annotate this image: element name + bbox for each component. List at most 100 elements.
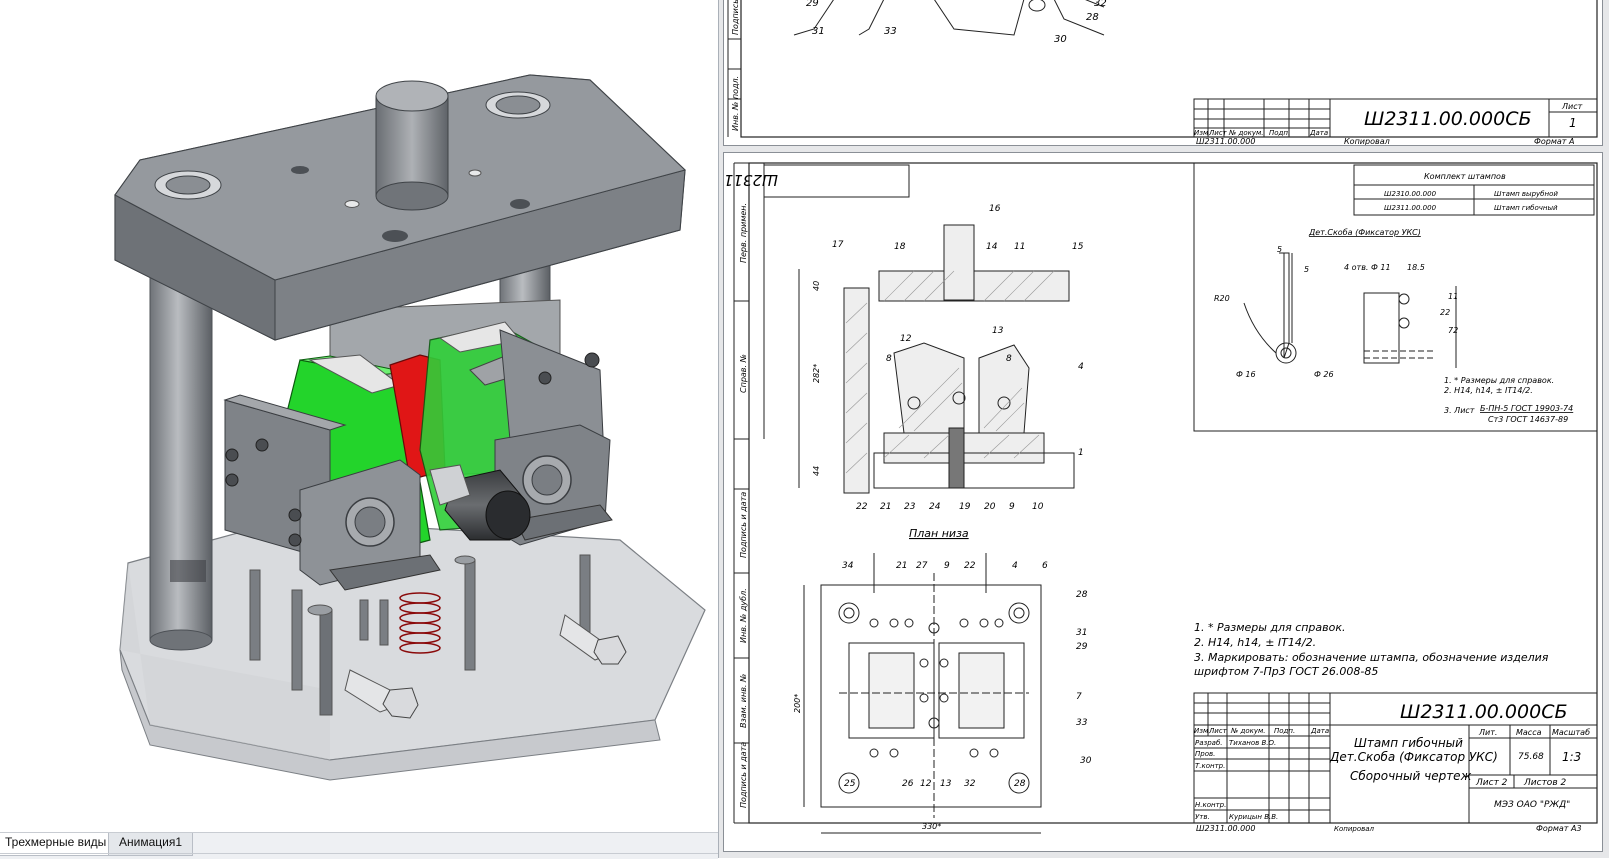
svg-text:19: 19: [959, 502, 971, 512]
title-organization: МЭЗ ОАО "РЖД": [1494, 800, 1570, 810]
side-label: Справ. №: [739, 354, 748, 393]
title-row-label: Изм: [1194, 727, 1209, 735]
part-dim: 5: [1304, 265, 1309, 274]
plan-view: [803, 553, 1042, 834]
title-sheet: Лист 2: [1475, 778, 1508, 788]
sheet1-sheet-number: 1: [1569, 116, 1577, 130]
part-dim: 22: [1440, 308, 1450, 317]
drawing-sheet-1[interactable]: Подпись и дата Инв. № подл. 31 33 30 28 …: [723, 0, 1603, 146]
part-note: Б-ПН-5 ГОСТ 19903-74: [1480, 404, 1573, 413]
sheet1-designation: Ш2311.00.000СБ: [1364, 108, 1532, 130]
svg-text:1. * Размеры для справок.: 1. * Размеры для справок.: [1194, 621, 1346, 634]
title-name-line3: Сборочный чертеж: [1350, 769, 1472, 783]
balloon: 30: [1054, 34, 1067, 45]
part-note: 2. H14, h14, ± IT14/2.: [1444, 386, 1533, 395]
sheet1-bottom-code: Ш2311.00.000: [1196, 137, 1255, 145]
mirrored-designation: Ш2311.00.000СБ: [724, 171, 778, 189]
balloon: 32: [1094, 0, 1107, 9]
svg-text:18: 18: [894, 242, 906, 252]
title-row-label: № докум.: [1230, 727, 1266, 735]
side-label: Инв. № дубл.: [739, 588, 748, 643]
svg-text:30: 30: [1080, 756, 1092, 766]
sheet1-side-label: Инв. № подл.: [731, 76, 740, 131]
part-dim: R20: [1214, 294, 1230, 303]
sheet1-header-cell: Дата: [1309, 129, 1328, 137]
part-note: Ст3 ГОСТ 14637-89: [1488, 415, 1568, 424]
title-role: Н.контр.: [1195, 801, 1226, 809]
section-dim: 40: [812, 281, 821, 291]
title-name-line1: Штамп гибочный: [1354, 736, 1463, 750]
title-sheets: Листов 2: [1523, 778, 1566, 788]
die-assembly-3d-model[interactable]: [0, 0, 718, 832]
title-role: Пров.: [1195, 750, 1215, 758]
svg-text:34: 34: [842, 561, 854, 571]
sheet1-format-label: Формат А: [1534, 137, 1574, 145]
plan-dim: 200*: [793, 694, 802, 713]
kit-title: Комплект штампов: [1424, 172, 1506, 181]
part-dim: Ф 16: [1236, 370, 1256, 379]
title-scale: 1:3: [1562, 750, 1581, 764]
side-label: Взам. инв. №: [739, 674, 748, 728]
title-format: Формат А3: [1536, 824, 1582, 833]
title-designation: Ш2311.00.000СБ: [1400, 701, 1568, 723]
svg-text:27: 27: [916, 561, 928, 571]
sheet1-header-cell: № докум.: [1228, 129, 1264, 137]
svg-text:17: 17: [832, 240, 844, 250]
side-label: Подпись и дата: [739, 742, 748, 808]
svg-text:16: 16: [989, 204, 1001, 214]
svg-text:11: 11: [1014, 242, 1025, 252]
svg-text:20: 20: [984, 502, 996, 512]
drawing-viewport[interactable]: Подпись и дата Инв. № подл. 31 33 30 28 …: [646, 0, 1609, 858]
svg-text:10: 10: [1032, 502, 1044, 512]
svg-text:23: 23: [904, 502, 916, 512]
title-approver: Курицын В.В.: [1229, 813, 1278, 821]
title-lit-label: Лит.: [1478, 728, 1497, 737]
drawing-sheet-2[interactable]: Перв. примен. Справ. № Подпись и дата Ин…: [646, 152, 1603, 852]
part-note: 1. * Размеры для справок.: [1444, 376, 1554, 385]
part-dim: 4 отв. Ф 11: [1344, 263, 1391, 272]
svg-text:13: 13: [940, 779, 952, 789]
title-role: Т.контр.: [1195, 762, 1225, 770]
part-dim: 72: [1448, 326, 1458, 335]
balloon: 28: [1086, 12, 1099, 23]
svg-text:8: 8: [886, 354, 892, 364]
svg-text:21: 21: [896, 561, 907, 571]
kit-row-name: Штамп гибочный: [1494, 204, 1558, 212]
sheet1-copied-label: Копировал: [1344, 137, 1390, 145]
svg-text:шрифтом 7-Пр3 ГОСТ 26.008-85: шрифтом 7-Пр3 ГОСТ 26.008-85: [1194, 665, 1378, 678]
svg-text:3. Маркировать: обозначение шт: 3. Маркировать: обозначение штампа, обоз…: [1194, 651, 1549, 664]
svg-text:2. H14, h14, ± IT14/2.: 2. H14, h14, ± IT14/2.: [1194, 636, 1316, 649]
balloon: 29: [806, 0, 819, 9]
svg-text:29: 29: [1076, 642, 1088, 652]
title-row-label: Лист: [1208, 727, 1228, 735]
sheet1-header-cell: Подп.: [1269, 129, 1290, 137]
title-mass-label: Масса: [1516, 728, 1542, 737]
svg-text:22: 22: [964, 561, 976, 571]
part-dim: 11: [1448, 292, 1458, 301]
svg-text:28: 28: [1014, 779, 1026, 789]
part-note: 3. Лист: [1444, 406, 1475, 415]
sheet1-header-cell: Лист: [1208, 129, 1228, 137]
title-name-line2: Дет.Скоба (Фиксатор УКС): [1329, 750, 1498, 764]
kit-row-code: Ш2311.00.000: [1384, 204, 1437, 212]
svg-text:8: 8: [1006, 354, 1012, 364]
side-label: Подпись и дата: [739, 492, 748, 558]
svg-text:21: 21: [880, 502, 891, 512]
svg-text:14: 14: [986, 242, 998, 252]
svg-text:13: 13: [992, 326, 1004, 336]
title-scale-label: Масштаб: [1552, 728, 1590, 737]
side-label: Перв. примен.: [739, 203, 748, 263]
section-dim: 44: [812, 466, 821, 476]
svg-text:32: 32: [964, 779, 976, 789]
3d-viewport[interactable]: [0, 0, 718, 832]
svg-text:7: 7: [1076, 692, 1082, 702]
svg-text:26: 26: [902, 779, 914, 789]
svg-text:25: 25: [844, 779, 856, 789]
svg-text:6: 6: [1042, 561, 1048, 571]
svg-text:9: 9: [1009, 502, 1015, 512]
balloon: 31: [812, 26, 825, 37]
plan-view-title: План низа: [909, 527, 969, 540]
sheet1-side-label: Подпись и дата: [731, 0, 740, 35]
part-title: Дет.Скоба (Фиксатор УКС): [1308, 228, 1421, 237]
section-view: [798, 224, 1075, 494]
